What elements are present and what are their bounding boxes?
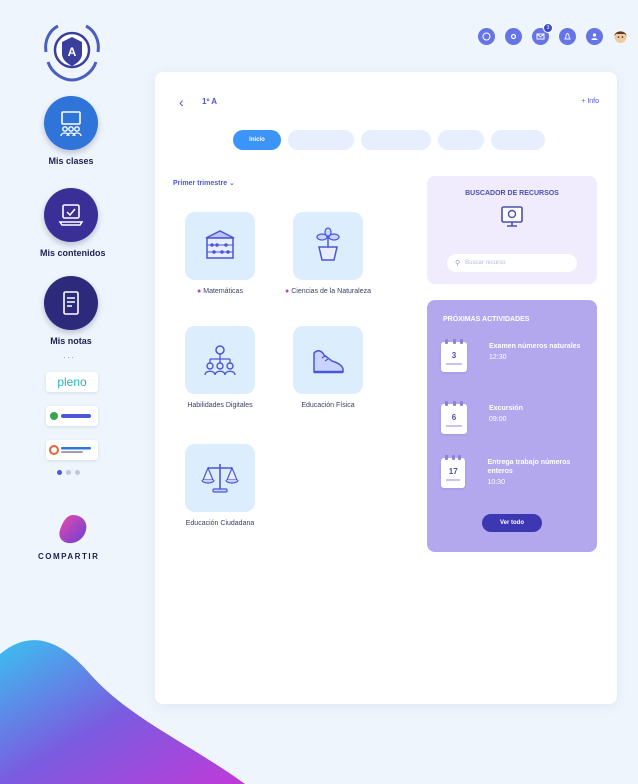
calendar-icon: 6 <box>441 401 467 434</box>
sidebar-item-mis-clases[interactable]: Mis clases <box>40 96 102 166</box>
partner-link-pleno[interactable]: pleno <box>46 372 98 392</box>
network-icon <box>185 326 255 394</box>
resource-search-input[interactable]: ⚲ Buscar recurso <box>447 254 577 272</box>
classroom-icon <box>44 96 98 150</box>
messages-icon[interactable]: 3 <box>532 23 553 45</box>
subject-card-habilidades-digitales[interactable]: Habilidades Digitales <box>165 326 275 410</box>
subject-card-ciencias[interactable]: ● Ciencias de la Naturaleza <box>273 212 383 296</box>
tab-inicio[interactable]: Inicio <box>233 130 281 150</box>
sidebar-item-mis-contenidos[interactable]: Mis contenidos <box>40 188 106 258</box>
resource-screen-icon <box>501 206 523 227</box>
grades-report-icon <box>44 276 98 330</box>
subject-card-educacion-ciudadana[interactable]: Educación Ciudadana <box>165 444 275 528</box>
compartir-logo-icon[interactable] <box>56 512 90 546</box>
tab-3[interactable] <box>361 130 431 150</box>
class-dashboard-card: ‹ 1º A + Info Inicio Primer trimestre ⌄ … <box>155 72 617 704</box>
back-arrow-icon[interactable]: ‹ <box>179 94 184 110</box>
notifications-bell-icon[interactable] <box>559 28 576 45</box>
sidebar-item-mis-notas[interactable]: Mis notas <box>40 276 102 346</box>
abacus-icon <box>185 212 255 280</box>
partner-link-compartir-logo[interactable] <box>46 406 98 426</box>
activity-item[interactable]: 17 Entrega trabajo números enteros 10:30 <box>441 455 591 488</box>
scales-icon <box>185 444 255 512</box>
chevron-down-icon: ⌄ <box>229 180 235 187</box>
partner-carousel-pager[interactable] <box>57 470 80 475</box>
sneaker-icon <box>293 326 363 394</box>
page-title: 1º A <box>202 97 218 106</box>
more-indicator: ··· <box>63 352 75 362</box>
svg-text:A: A <box>68 45 77 59</box>
resource-search-title: BUSCADOR DE RECURSOS <box>465 190 559 197</box>
activities-title: PRÓXIMAS ACTIVIDADES <box>443 316 530 323</box>
sidebar-item-label: Mis contenidos <box>40 248 106 258</box>
search-icon: ⚲ <box>455 260 461 267</box>
calendar-icon: 3 <box>441 339 467 372</box>
sidebar-item-label: Mis clases <box>48 156 94 166</box>
settings-icon[interactable] <box>505 28 522 45</box>
notification-badge: 3 <box>543 23 553 33</box>
tab-4[interactable] <box>438 130 484 150</box>
compartir-brand-label: COMPARTIR <box>38 552 100 561</box>
tab-5[interactable] <box>491 130 545 150</box>
sidebar-item-label: Mis notas <box>50 336 92 346</box>
user-profile-icon[interactable] <box>586 28 603 45</box>
period-dropdown[interactable]: Primer trimestre ⌄ <box>173 179 235 187</box>
partner-logo-icon <box>50 412 91 420</box>
new-content-indicator: ● <box>197 288 202 295</box>
tab-2[interactable] <box>288 130 354 150</box>
partner-logo-icon <box>49 445 91 455</box>
top-toolbar: 3 <box>478 23 628 45</box>
section-tabs: Inicio <box>233 130 545 150</box>
resource-search-panel: BUSCADOR DE RECURSOS ⚲ Buscar recurso <box>427 176 597 284</box>
new-content-indicator: ● <box>285 288 290 295</box>
partner-link-ministerio[interactable] <box>46 440 98 460</box>
subject-card-educacion-fisica[interactable]: Educación Física <box>273 326 383 410</box>
calendar-icon: 17 <box>441 455 466 488</box>
activity-item[interactable]: 6 Excursión 09:00 <box>441 401 591 434</box>
school-crest-logo[interactable]: A <box>36 22 108 82</box>
activity-item[interactable]: 3 Examen números naturales 12:30 <box>441 339 591 372</box>
avatar[interactable] <box>613 28 628 45</box>
upcoming-activities-panel: PRÓXIMAS ACTIVIDADES 3 Examen números na… <box>427 300 597 552</box>
laptop-content-icon <box>44 188 98 242</box>
help-icon[interactable] <box>478 28 495 45</box>
see-all-button[interactable]: Ver todo <box>482 514 542 532</box>
info-link[interactable]: + Info <box>581 98 599 105</box>
subject-card-matematicas[interactable]: ● Matemáticas <box>165 212 275 296</box>
plant-icon <box>293 212 363 280</box>
